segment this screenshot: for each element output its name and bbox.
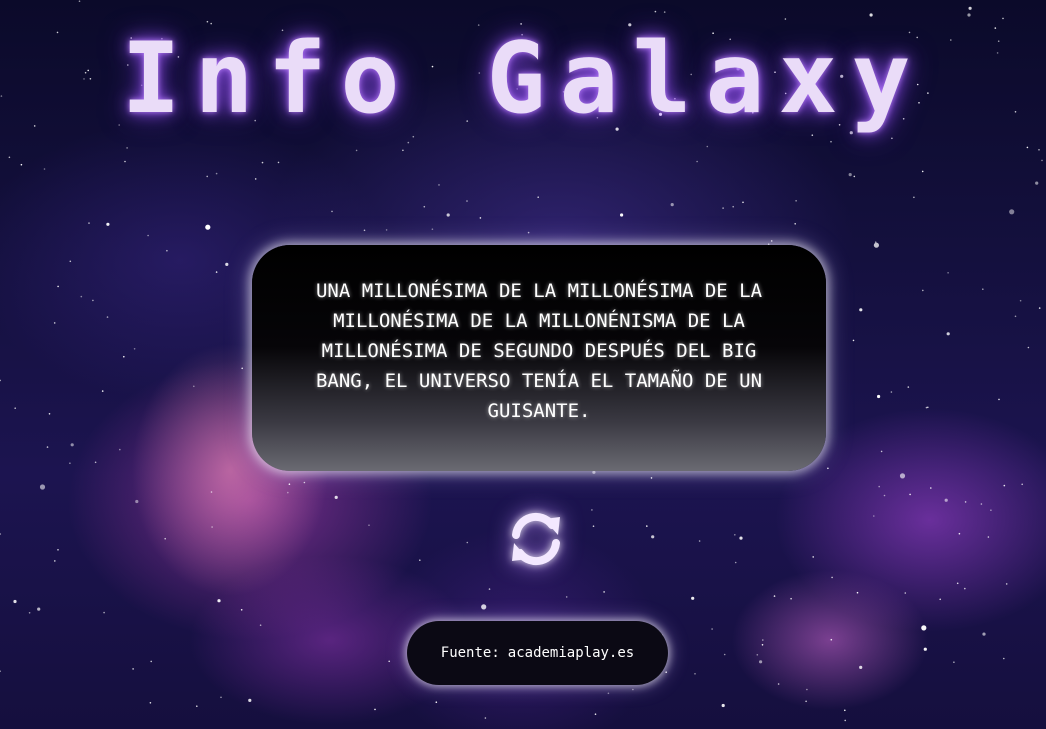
refresh-icon (512, 512, 560, 566)
source-label: Fuente: (440, 645, 500, 661)
refresh-button[interactable] (505, 508, 567, 570)
fact-card: UNA MILLONÉSIMA DE LA MILLONÉSIMA DE LA … (252, 245, 826, 471)
source-footer: Fuente: academiaplay.es (407, 621, 668, 685)
fact-text: UNA MILLONÉSIMA DE LA MILLONÉSIMA DE LA … (315, 280, 763, 422)
page-title: Info Galaxy (121, 22, 925, 136)
source-link[interactable]: academiaplay.es (508, 645, 634, 661)
